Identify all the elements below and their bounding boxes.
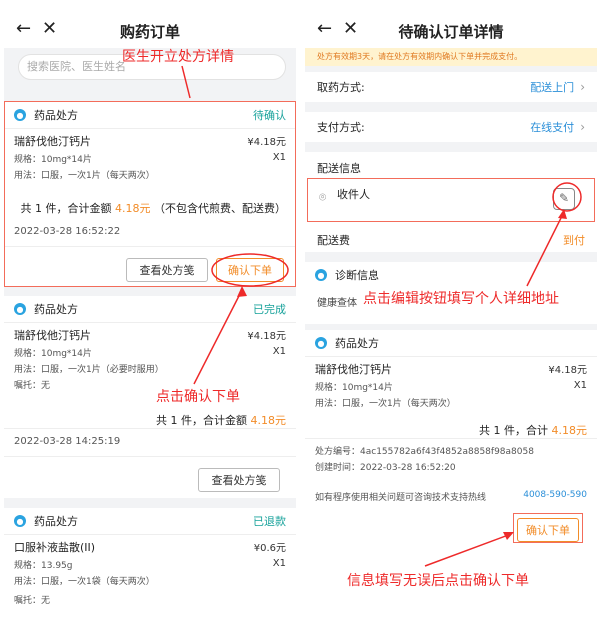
highlight-circle — [552, 182, 582, 212]
arrow-head — [237, 286, 247, 297]
order-detail-screen: ← ✕ 待确认订单详情 处方有效期3天，请在处方有效期内确认下单并完成支付。 取… — [305, 0, 597, 622]
annotation-arrows — [181, 65, 289, 385]
arrow-line — [526, 213, 564, 287]
highlight-ellipse — [211, 253, 289, 287]
arrow-line — [181, 65, 191, 99]
order-list-screen: ← ✕ 购药订单 搜索医院、医生姓名 ● 药品处方 待确认 瑞舒伐他汀钙片 ¥4… — [4, 0, 296, 622]
annotation-arrows — [424, 182, 582, 567]
arrow-line — [193, 289, 243, 385]
arrow-line — [424, 533, 512, 567]
